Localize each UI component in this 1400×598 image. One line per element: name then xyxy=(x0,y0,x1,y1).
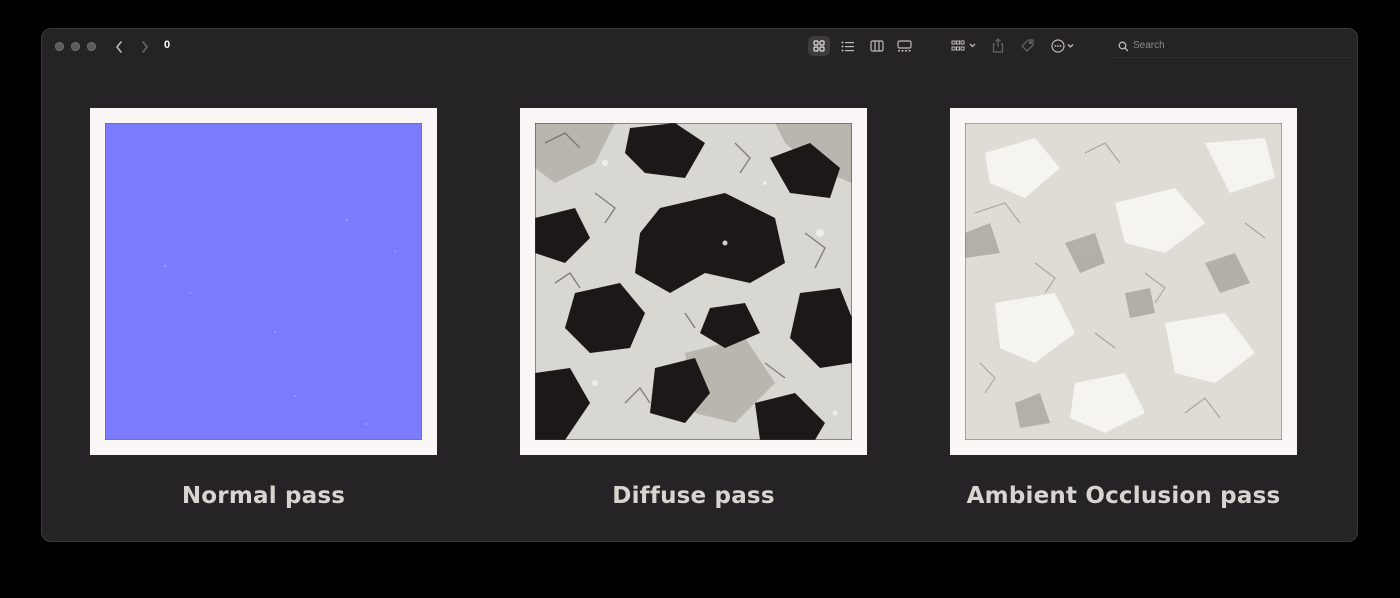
normal-pass-thumbnail xyxy=(105,123,422,440)
search-icon xyxy=(1118,41,1129,52)
group-by-icon[interactable] xyxy=(951,40,979,52)
file-item-ambient-occlusion-pass[interactable]: Ambient Occlusion pass xyxy=(950,108,1297,509)
column-view-icon[interactable] xyxy=(870,40,884,52)
search-field[interactable]: Search xyxy=(1111,38,1351,58)
thumbnail-frame xyxy=(90,108,437,455)
icon-view-icon[interactable] xyxy=(813,40,825,52)
toolbar: 0 Search xyxy=(41,28,1358,66)
finder-window: 0 Search Normal pass Diffuse pass Ambien… xyxy=(41,28,1358,542)
file-name: Ambient Occlusion pass xyxy=(966,483,1281,509)
thumbnail-frame xyxy=(950,108,1297,455)
file-name: Normal pass xyxy=(181,483,346,509)
minimize-button[interactable] xyxy=(71,42,80,51)
thumbnail-frame xyxy=(520,108,867,455)
diffuse-pass-thumbnail xyxy=(535,123,852,440)
gallery-view-icon[interactable] xyxy=(897,40,912,52)
list-view-icon[interactable] xyxy=(841,41,854,52)
file-item-diffuse-pass[interactable]: Diffuse pass xyxy=(520,108,867,509)
chevron-left-icon[interactable] xyxy=(114,40,124,54)
zoom-button[interactable] xyxy=(87,42,96,51)
ellipsis-circle-icon[interactable] xyxy=(1051,39,1081,53)
ambient-occlusion-pass-thumbnail xyxy=(965,123,1282,440)
chevron-right-icon[interactable] xyxy=(140,40,150,54)
search-placeholder: Search xyxy=(1133,40,1165,51)
file-name: Diffuse pass xyxy=(612,483,775,509)
share-icon[interactable] xyxy=(992,38,1004,53)
file-item-normal-pass[interactable]: Normal pass xyxy=(90,108,437,509)
folder-title: 0 xyxy=(164,39,171,51)
tag-icon[interactable] xyxy=(1020,39,1035,53)
close-button[interactable] xyxy=(55,42,64,51)
